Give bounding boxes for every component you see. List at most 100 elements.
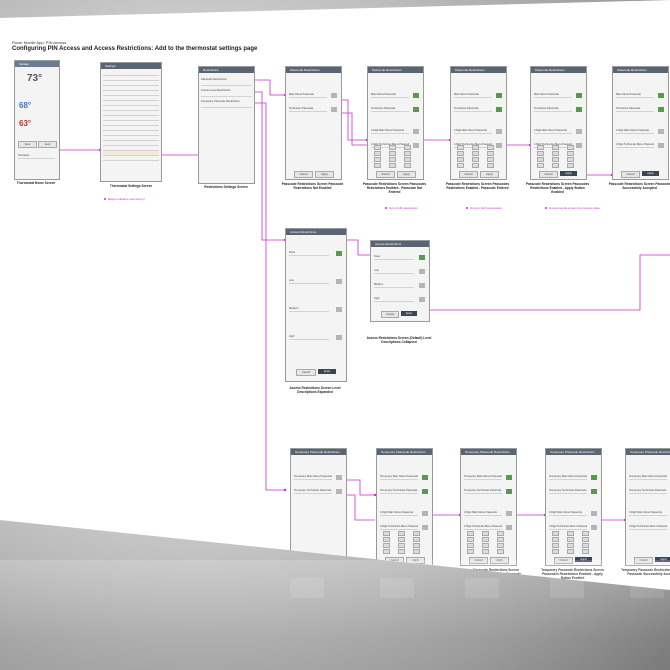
- tpr-row-1-check[interactable]: [591, 475, 597, 480]
- keypad-key[interactable]: [482, 543, 489, 548]
- pr-cancel-button[interactable]: Cancel: [376, 171, 395, 178]
- access-apply-button[interactable]: Apply: [318, 369, 336, 374]
- level-none-collapsed[interactable]: None: [374, 255, 414, 260]
- pr-row-3[interactable]: 4 Digit Main Menu Passcode: [616, 129, 654, 134]
- keypad-key[interactable]: [552, 531, 559, 536]
- keypad-key[interactable]: [457, 145, 464, 150]
- keypad-key[interactable]: [552, 145, 559, 150]
- keypad-key[interactable]: [482, 531, 489, 536]
- tpr-row-1[interactable]: Temporary Main Menu Passcode: [629, 475, 667, 480]
- pr-row-2-check[interactable]: [413, 107, 419, 112]
- keypad-key[interactable]: [467, 537, 474, 542]
- pr-row-4-check[interactable]: [576, 143, 582, 148]
- keypad-key[interactable]: [413, 531, 420, 536]
- pr-row-1-check[interactable]: [576, 93, 582, 98]
- tpr-row-4[interactable]: 4 Digit Technician Menu Passcode: [380, 525, 418, 530]
- keypad-key[interactable]: [457, 163, 464, 168]
- tpr-row-2[interactable]: Temporary Technician Passcode: [629, 489, 667, 494]
- keypad-key[interactable]: [537, 157, 544, 162]
- keypad-key[interactable]: [383, 531, 390, 536]
- tpr-row-1-check[interactable]: [336, 475, 342, 480]
- pr-row-1[interactable]: Main Menu Passcode: [616, 93, 654, 98]
- keypad-key[interactable]: [567, 531, 574, 536]
- keypad-key[interactable]: [567, 163, 574, 168]
- level-medium-check[interactable]: [336, 307, 342, 312]
- pr-row-2[interactable]: Technician Passcode: [289, 107, 327, 112]
- pr-row-1[interactable]: Main Menu Passcode: [454, 93, 492, 98]
- keypad-key[interactable]: [582, 549, 589, 554]
- access-collapsed-apply[interactable]: Apply: [401, 311, 417, 316]
- keypad-key[interactable]: [482, 549, 489, 554]
- tpr-row-3-check[interactable]: [591, 511, 597, 516]
- keypad-key[interactable]: [389, 157, 396, 162]
- pr-row-3-check[interactable]: [496, 129, 502, 134]
- keypad-key[interactable]: [383, 549, 390, 554]
- keypad-key[interactable]: [567, 543, 574, 548]
- tpr-row-2-check[interactable]: [591, 489, 597, 494]
- pr-row-3[interactable]: 4 Digit Main Menu Passcode: [371, 129, 409, 134]
- tpr-row-2-check[interactable]: [336, 489, 342, 494]
- keypad-key[interactable]: [567, 537, 574, 542]
- restriction-item-access-level[interactable]: Access Level Restrictions: [201, 86, 252, 97]
- keypad-key[interactable]: [467, 531, 474, 536]
- tpr-row-4[interactable]: 4 Digit Technician Menu Passcode: [629, 525, 667, 530]
- tpr-row-2[interactable]: Temporary Technician Passcode: [549, 489, 587, 494]
- pr-row-4-check[interactable]: [496, 143, 502, 148]
- heat-setpoint[interactable]: 63°: [19, 119, 31, 128]
- keypad-key[interactable]: [398, 543, 405, 548]
- keypad-key[interactable]: [552, 163, 559, 168]
- pr-row-1-check[interactable]: [331, 93, 337, 98]
- pr-cancel-button[interactable]: Cancel: [621, 171, 640, 178]
- keypad-key[interactable]: [497, 543, 504, 548]
- pr-row-2-check[interactable]: [576, 107, 582, 112]
- keypad-key[interactable]: [582, 531, 589, 536]
- keypad-key[interactable]: [413, 537, 420, 542]
- level-high-collapsed-check[interactable]: [419, 297, 425, 302]
- tpr-row-3[interactable]: 4 Digit Main Menu Passcode: [464, 511, 502, 516]
- pr-row-1-check[interactable]: [413, 93, 419, 98]
- pr-row-1[interactable]: Main Menu Passcode: [371, 93, 409, 98]
- keypad-key[interactable]: [552, 151, 559, 156]
- keypad-key[interactable]: [487, 151, 494, 156]
- access-collapsed-cancel[interactable]: Cancel: [381, 311, 399, 318]
- level-medium-collapsed[interactable]: Medium: [374, 283, 414, 288]
- pr-row-2[interactable]: Technician Passcode: [534, 107, 572, 112]
- keypad-key[interactable]: [482, 537, 489, 542]
- pr-row-1-check[interactable]: [496, 93, 502, 98]
- keypad-key[interactable]: [389, 163, 396, 168]
- keypad-key[interactable]: [467, 549, 474, 554]
- level-medium-collapsed-check[interactable]: [419, 283, 425, 288]
- tpr-row-3[interactable]: 4 Digit Main Menu Passcode: [549, 511, 587, 516]
- tpr-row-1[interactable]: Temporary Main Menu Passcode: [380, 475, 418, 480]
- keypad-key[interactable]: [389, 145, 396, 150]
- pr-apply-button[interactable]: Apply: [315, 171, 334, 178]
- keypad-key[interactable]: [537, 145, 544, 150]
- pr-apply-button[interactable]: Apply: [397, 171, 416, 178]
- level-low-collapsed-check[interactable]: [419, 269, 425, 274]
- tpr-row-2[interactable]: Temporary Technician Passcode: [464, 489, 502, 494]
- level-none-check[interactable]: [336, 251, 342, 256]
- keypad-key[interactable]: [582, 543, 589, 548]
- tpr-row-3-check[interactable]: [422, 511, 428, 516]
- keypad-key[interactable]: [398, 549, 405, 554]
- tpr-row-3[interactable]: 4 Digit Main Menu Passcode: [380, 511, 418, 516]
- keypad-key[interactable]: [552, 549, 559, 554]
- tpr-row-3-check[interactable]: [506, 511, 512, 516]
- pr-row-4-check[interactable]: [413, 143, 419, 148]
- level-low-check[interactable]: [336, 279, 342, 284]
- pr-apply-button[interactable]: Apply: [560, 171, 577, 176]
- mode-button[interactable]: Auto: [18, 141, 37, 148]
- pr-cancel-button[interactable]: Cancel: [459, 171, 478, 178]
- keypad-key[interactable]: [383, 537, 390, 542]
- pr-row-1[interactable]: Main Menu Passcode: [289, 93, 327, 98]
- keypad-key[interactable]: [374, 145, 381, 150]
- tpr-row-2-check[interactable]: [506, 489, 512, 494]
- keypad-key[interactable]: [567, 549, 574, 554]
- tpr-row-4[interactable]: 4 Digit Technician Menu Passcode: [464, 525, 502, 530]
- level-none[interactable]: None: [289, 251, 329, 256]
- keypad-key[interactable]: [472, 151, 479, 156]
- tpr-row-4-check[interactable]: [506, 525, 512, 530]
- tpr-row-1-check[interactable]: [422, 475, 428, 480]
- tpr-row-4-check[interactable]: [422, 525, 428, 530]
- tpr-row-2-check[interactable]: [422, 489, 428, 494]
